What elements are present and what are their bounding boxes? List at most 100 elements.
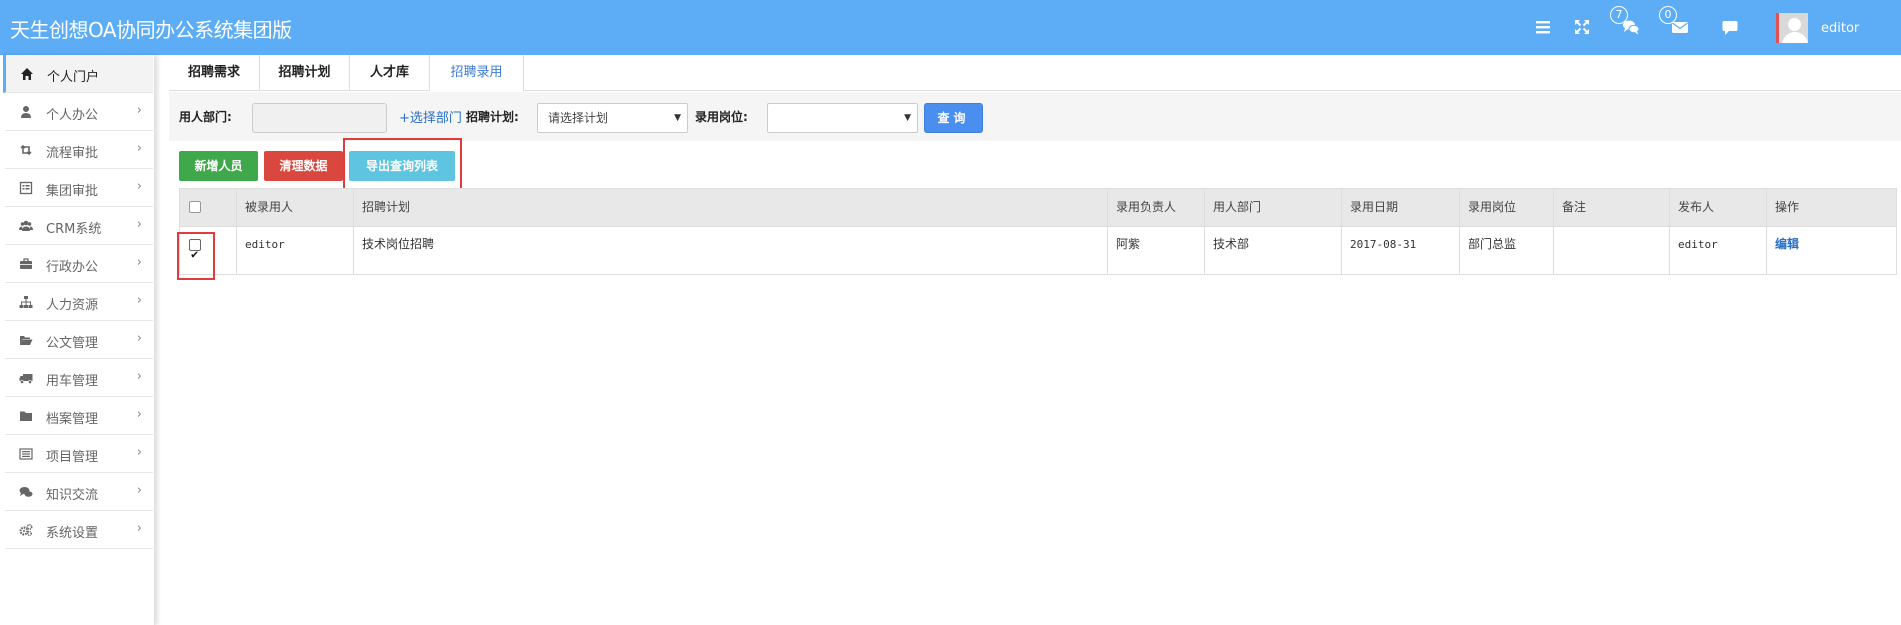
- cell-owner: 阿紫: [1108, 227, 1205, 274]
- user-avatar[interactable]: [1776, 13, 1808, 43]
- sidebar-item-knowledge[interactable]: 知识交流 ›: [5, 473, 153, 511]
- sidebar-item-archives[interactable]: 档案管理 ›: [5, 397, 153, 435]
- home-icon: [20, 67, 34, 81]
- chevron-right-icon: ›: [136, 255, 142, 270]
- col-action: 操作: [1775, 200, 1800, 214]
- table-row: ✔ editor 技术岗位招聘 阿紫 技术部 2017-08-31 部门总监 e…: [179, 227, 1897, 275]
- edit-link[interactable]: 编辑: [1775, 237, 1799, 251]
- briefcase-icon: [19, 257, 33, 271]
- tab-recruit-plan[interactable]: 招聘计划: [260, 55, 350, 91]
- cell-dept: 技术部: [1205, 227, 1342, 274]
- folder-icon: [19, 409, 33, 423]
- cell-note: [1554, 227, 1670, 274]
- col-owner: 录用负责人: [1108, 189, 1205, 226]
- sidebar-item-label: 档案管理: [46, 412, 99, 427]
- sidebar-item-label: 公文管理: [46, 336, 99, 351]
- chevron-right-icon: ›: [136, 217, 142, 232]
- sidebar-item-label: 行政办公: [46, 260, 99, 275]
- main-content: 招聘需求 招聘计划 人才库 招聘录用 用人部门: +选择部门 招聘计划: 请选择…: [169, 55, 1901, 625]
- col-position: 录用岗位: [1460, 189, 1554, 226]
- sidebar-item-workflow[interactable]: 流程审批 ›: [5, 131, 153, 169]
- sidebar-item-personal-office[interactable]: 个人办公 ›: [5, 93, 153, 131]
- sidebar-item-label: 系统设置: [46, 526, 99, 541]
- plan-label: 招聘计划:: [466, 110, 519, 124]
- sidebar-item-crm[interactable]: CRM系统 ›: [5, 207, 153, 245]
- filter-bar: 用人部门: +选择部门 招聘计划: 请选择计划 ▼ 录用岗位: ▼ 查询: [169, 92, 1901, 141]
- list-icon: [19, 447, 33, 461]
- cogs-icon: [19, 523, 33, 537]
- sidebar-item-documents[interactable]: 公文管理 ›: [5, 321, 153, 359]
- app-title: 天生创想OA协同办公系统集团版: [10, 18, 292, 42]
- query-button[interactable]: 查询: [924, 103, 983, 133]
- sidebar-item-label: 个人门户: [47, 70, 100, 85]
- dept-input[interactable]: [252, 103, 387, 133]
- sidebar-item-label: 个人办公: [46, 108, 99, 123]
- dept-label: 用人部门:: [179, 110, 232, 124]
- export-highlight-box: [343, 138, 462, 190]
- cell-position: 部门总监: [1460, 227, 1554, 274]
- sidebar-item-group-approval[interactable]: 集团审批 ›: [5, 169, 153, 207]
- comments-icon: [19, 485, 33, 499]
- col-dept: 用人部门: [1205, 189, 1342, 226]
- sidebar-item-hr[interactable]: 人力资源 ›: [5, 283, 153, 321]
- sidebar-item-label: 用车管理: [46, 374, 99, 389]
- select-all-checkbox[interactable]: [189, 201, 201, 213]
- sidebar-item-admin[interactable]: 行政办公 ›: [5, 245, 153, 283]
- sidebar-item-settings[interactable]: 系统设置 ›: [5, 511, 153, 549]
- mail-icon[interactable]: [1671, 18, 1691, 38]
- user-icon: [19, 105, 33, 119]
- sidebar-item-vehicle[interactable]: 用车管理 ›: [5, 359, 153, 397]
- clear-data-button[interactable]: 清理数据: [264, 151, 343, 181]
- header-checkbox-cell: [180, 189, 237, 226]
- table-header: 被录用人 招聘计划 录用负责人 用人部门 录用日期 录用岗位 备注 发布人 操作: [179, 188, 1897, 227]
- sidebar-item-label: 项目管理: [46, 450, 99, 465]
- sidebar: 个人门户 个人办公 › 流程审批 › 集团审批 › CRM系统 › 行政办公 ›: [0, 55, 155, 625]
- username[interactable]: editor: [1821, 21, 1859, 36]
- plan-select[interactable]: 请选择计划 ▼: [537, 103, 688, 133]
- sidebar-item-label: 知识交流: [46, 488, 99, 503]
- sidebar-item-label: 集团审批: [46, 184, 99, 199]
- tab-bar: 招聘需求 招聘计划 人才库 招聘录用: [169, 55, 1901, 92]
- users-icon: [19, 219, 33, 233]
- fullscreen-icon[interactable]: [1573, 18, 1593, 38]
- col-publisher: 发布人: [1670, 189, 1767, 226]
- plan-select-value: 请选择计划: [548, 111, 609, 125]
- message-icon[interactable]: [1721, 18, 1741, 38]
- chevron-right-icon: ›: [136, 369, 142, 384]
- col-date: 录用日期: [1342, 189, 1460, 226]
- checkbox-highlight-box: [177, 232, 215, 280]
- position-select[interactable]: ▼: [767, 103, 918, 133]
- sidebar-item-projects[interactable]: 项目管理 ›: [5, 435, 153, 473]
- chat-icon[interactable]: [1622, 18, 1642, 38]
- cell-publisher: editor: [1670, 227, 1767, 274]
- sidebar-item-label: CRM系统: [46, 222, 102, 237]
- tab-recruit-hire[interactable]: 招聘录用: [430, 55, 524, 92]
- select-dept-link[interactable]: +选择部门: [399, 107, 462, 126]
- cell-plan: 技术岗位招聘: [354, 227, 1108, 274]
- retweet-icon: [19, 143, 33, 157]
- chevron-right-icon: ›: [136, 141, 142, 156]
- chevron-right-icon: ›: [136, 445, 142, 460]
- col-plan: 招聘计划: [354, 189, 1108, 226]
- cell-hired: editor: [237, 227, 354, 274]
- chevron-right-icon: ›: [136, 407, 142, 422]
- sidebar-item-personal-portal[interactable]: 个人门户: [3, 55, 153, 93]
- sidebar-item-label: 人力资源: [46, 298, 99, 313]
- tab-talent-pool[interactable]: 人才库: [350, 55, 430, 91]
- chevron-right-icon: ›: [136, 521, 142, 536]
- chevron-right-icon: ›: [136, 331, 142, 346]
- dropdown-arrow-icon: ▼: [674, 113, 681, 123]
- menu-icon[interactable]: [1534, 18, 1554, 38]
- folder-open-icon: [19, 333, 33, 347]
- chevron-right-icon: ›: [136, 103, 142, 118]
- dropdown-arrow-icon: ▼: [904, 113, 911, 123]
- tab-recruit-demand[interactable]: 招聘需求: [169, 55, 260, 91]
- chevron-right-icon: ›: [136, 179, 142, 194]
- list-alt-icon: [19, 181, 33, 195]
- position-label: 录用岗位:: [695, 110, 748, 124]
- hire-table: 被录用人 招聘计划 录用负责人 用人部门 录用日期 录用岗位 备注 发布人 操作…: [177, 188, 1897, 280]
- col-hired: 被录用人: [237, 189, 354, 226]
- add-person-button[interactable]: 新增人员: [179, 151, 258, 181]
- truck-icon: [19, 371, 33, 385]
- chevron-right-icon: ›: [136, 293, 142, 308]
